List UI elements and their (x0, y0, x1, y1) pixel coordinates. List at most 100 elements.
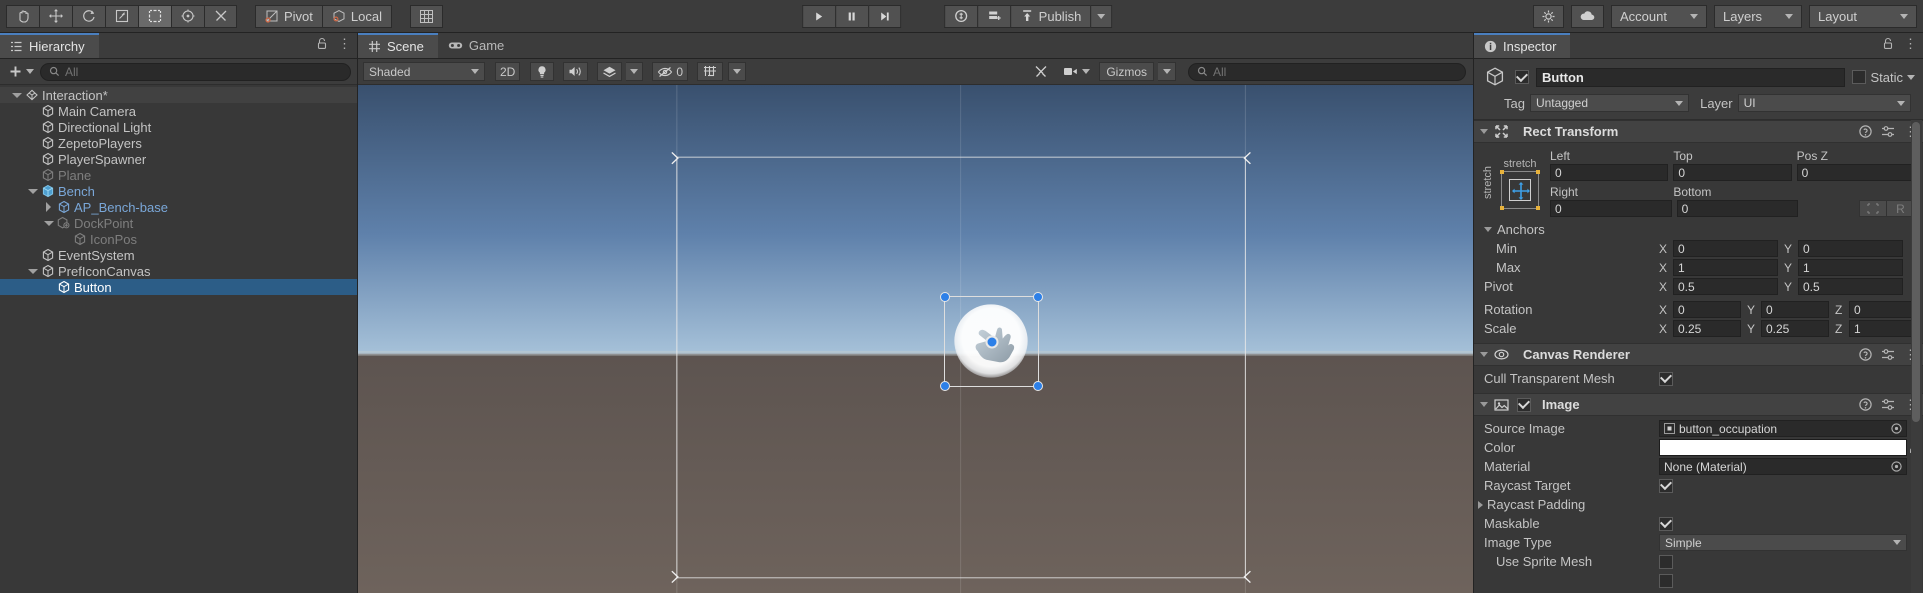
blueprint-mode-button[interactable] (1859, 200, 1888, 217)
rect-selection-outline[interactable] (940, 292, 1044, 391)
scene-viewport[interactable] (358, 85, 1473, 593)
object-enabled-checkbox[interactable] (1515, 70, 1529, 84)
step-button[interactable] (867, 4, 901, 28)
anchor-min-x-field[interactable]: 0 (1673, 240, 1778, 257)
left-field[interactable]: 0 (1550, 164, 1669, 181)
right-field[interactable]: 0 (1550, 200, 1672, 217)
foldout-toggle-icon[interactable] (10, 92, 23, 98)
foldout-toggle-icon[interactable] (26, 188, 39, 194)
inspector-menu-icon[interactable]: ⋮ (1904, 37, 1917, 50)
hierarchy-item-directional-light[interactable]: Directional Light (0, 119, 357, 135)
hierarchy-item-button[interactable]: Button (0, 279, 357, 295)
cloud-services-button[interactable] (976, 4, 1010, 28)
inspector-scrollbar[interactable] (1911, 120, 1922, 593)
object-picker-icon[interactable] (1891, 423, 1902, 434)
pivot-x-field[interactable]: 0.5 (1673, 278, 1778, 295)
static-checkbox[interactable] (1852, 70, 1867, 84)
image-type-dropdown[interactable]: Simple (1659, 534, 1907, 551)
gizmos-button[interactable]: Gizmos (1099, 62, 1154, 81)
scene-search-input[interactable]: All (1188, 62, 1466, 81)
clipped-checkbox[interactable] (1659, 573, 1673, 588)
cull-transparent-mesh-checkbox[interactable] (1659, 371, 1673, 386)
search-settings-button[interactable] (1533, 4, 1564, 28)
tab-hierarchy[interactable]: Hierarchy (0, 33, 99, 58)
scene-grid-button[interactable] (697, 62, 724, 81)
layers-menu-button[interactable]: Layers (1714, 4, 1802, 28)
inspector-scroll-thumb[interactable] (1912, 122, 1920, 422)
move-tool-button[interactable] (39, 4, 72, 28)
transform-tool-button[interactable] (171, 4, 204, 28)
collapse-icon[interactable] (1480, 352, 1488, 357)
top-field[interactable]: 0 (1673, 164, 1792, 181)
raycast-padding-foldout[interactable]: Raycast Padding (1474, 495, 1923, 514)
tab-game[interactable]: Game (438, 33, 518, 58)
gizmos-dropdown[interactable] (1158, 62, 1176, 81)
resize-handle-br[interactable] (1033, 380, 1044, 391)
scene-lighting-button[interactable] (530, 62, 555, 81)
help-icon[interactable] (1859, 348, 1872, 361)
color-swatch-field[interactable] (1659, 439, 1907, 456)
scale-tool-button[interactable] (105, 4, 138, 28)
raycast-target-checkbox[interactable] (1659, 478, 1673, 493)
component-header-image[interactable]: Image ⋮ (1474, 393, 1923, 416)
scale-z-field[interactable]: 1 (1849, 320, 1917, 337)
hierarchy-item-preficoncanvas[interactable]: PrefIconCanvas (0, 263, 357, 279)
pivot-handle[interactable] (985, 335, 999, 349)
scene-grid-dropdown[interactable] (728, 62, 747, 81)
foldout-toggle-icon[interactable] (26, 268, 39, 274)
scene-tools-button[interactable] (1028, 62, 1054, 81)
component-header-rect-transform[interactable]: Rect Transform ⋮ (1474, 120, 1923, 143)
scale-y-field[interactable]: 0.25 (1761, 320, 1829, 337)
static-toggle[interactable]: Static (1852, 70, 1915, 85)
create-gameobject-button[interactable] (6, 64, 36, 79)
layout-menu-button[interactable]: Layout (1809, 4, 1917, 28)
hierarchy-item-ap-bench-base[interactable]: AP_Bench-base (0, 199, 357, 215)
collapse-icon[interactable] (1480, 129, 1488, 134)
anchor-preset-button[interactable] (1500, 169, 1540, 210)
expand-icon[interactable] (1478, 500, 1483, 509)
hierarchy-item-main-camera[interactable]: Main Camera (0, 103, 357, 119)
layer-dropdown[interactable]: UI (1737, 94, 1911, 112)
collapse-icon[interactable] (1480, 402, 1488, 407)
rotate-tool-button[interactable] (72, 4, 105, 28)
hierarchy-item-plane[interactable]: Plane (0, 167, 357, 183)
hierarchy-item-interaction[interactable]: Interaction* (0, 87, 357, 103)
hierarchy-item-zepetoplayers[interactable]: ZepetoPlayers (0, 135, 357, 151)
collapse-icon[interactable] (1484, 227, 1492, 232)
lock-icon[interactable] (316, 37, 328, 50)
play-button[interactable] (801, 4, 835, 28)
posz-field[interactable]: 0 (1796, 164, 1915, 181)
draw-mode-dropdown[interactable]: Shaded (363, 62, 485, 81)
component-header-canvas-renderer[interactable]: Canvas Renderer ⋮ (1474, 343, 1923, 366)
hierarchy-menu-icon[interactable]: ⋮ (338, 37, 351, 50)
maskable-checkbox[interactable] (1659, 516, 1673, 531)
scene-fx-button[interactable] (597, 62, 623, 81)
anchor-min-y-field[interactable]: 0 (1798, 240, 1903, 257)
anchor-max-x-field[interactable]: 1 (1673, 259, 1778, 276)
cloud-button[interactable] (1571, 4, 1604, 28)
rotation-x-field[interactable]: 0 (1673, 301, 1741, 318)
help-icon[interactable] (1859, 125, 1872, 138)
hand-tool-button[interactable] (6, 4, 39, 28)
object-name-field[interactable]: Button (1536, 67, 1846, 87)
hierarchy-item-dockpoint[interactable]: DockPoint (0, 215, 357, 231)
preset-icon[interactable] (1881, 125, 1895, 138)
handle-space-button[interactable]: Local (321, 4, 392, 28)
publish-button[interactable]: Publish (1009, 4, 1091, 28)
resize-handle-tl[interactable] (940, 292, 951, 303)
preset-icon[interactable] (1881, 398, 1895, 411)
anchors-foldout[interactable]: Anchors (1474, 220, 1923, 239)
hierarchy-item-iconpos[interactable]: IconPos (0, 231, 357, 247)
rotation-z-field[interactable]: 0 (1849, 301, 1917, 318)
bottom-field[interactable]: 0 (1676, 200, 1799, 217)
image-enabled-checkbox[interactable] (1517, 397, 1531, 412)
scene-fx-dropdown[interactable] (626, 62, 644, 81)
toggle-2d-button[interactable]: 2D (495, 62, 521, 81)
hierarchy-item-eventsystem[interactable]: EventSystem (0, 247, 357, 263)
scale-x-field[interactable]: 0.25 (1673, 320, 1741, 337)
hierarchy-item-bench[interactable]: Bench (0, 183, 357, 199)
hierarchy-tree[interactable]: Interaction* Main Camera Directional Light… (0, 85, 357, 593)
anchor-max-y-field[interactable]: 1 (1798, 259, 1903, 276)
tab-inspector[interactable]: Inspector (1474, 33, 1571, 58)
tag-dropdown[interactable]: Untagged (1529, 94, 1690, 112)
